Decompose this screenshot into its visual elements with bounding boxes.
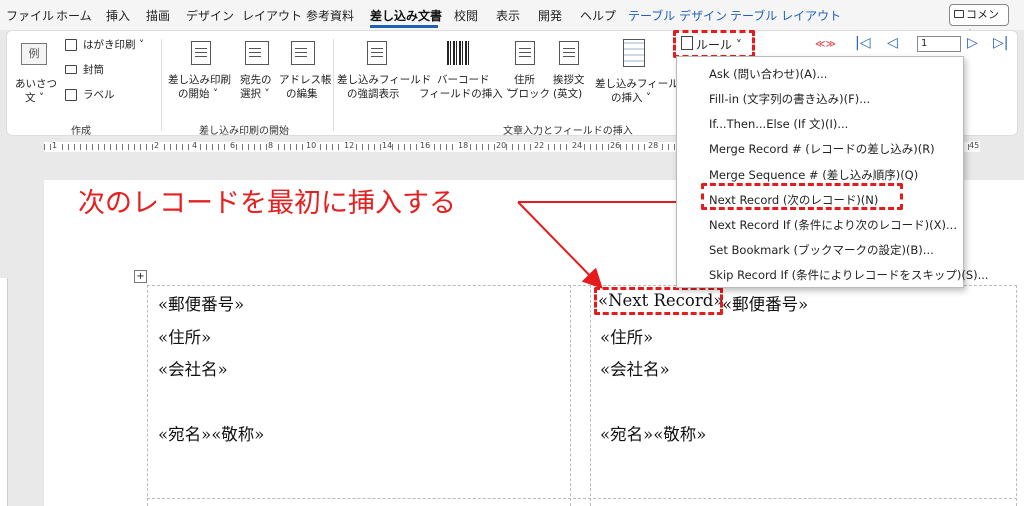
next-record-menu-highlight: [701, 183, 903, 210]
menu-item-fill-in[interactable]: Fill-in (文字列の書き込み)(F)...: [709, 91, 870, 107]
arrow-to-field: [517, 201, 603, 289]
menu-item-ask[interactable]: Ask (問い合わせ)(A)...: [709, 66, 827, 82]
menu-item-set-bookmark[interactable]: Set Bookmark (ブックマークの設定)(B)...: [709, 242, 934, 258]
rules-dropdown-menu: Ask (問い合わせ)(A)... Fill-in (文字列の書き込み)(F).…: [676, 56, 989, 288]
menu-item-merge-sequence[interactable]: Merge Sequence # (差し込み順序)(Q): [709, 167, 918, 183]
menu-item-skip-record-if[interactable]: Skip Record If (条件によりレコードをスキップ)(S)...: [709, 267, 989, 283]
menu-item-merge-record[interactable]: Merge Record # (レコードの差し込み)(R): [709, 141, 935, 157]
menu-item-next-record-if[interactable]: Next Record If (条件により次のレコード)(X)...: [709, 217, 957, 233]
menu-item-if-then-else[interactable]: If...Then...Else (If 文)(I)...: [709, 116, 848, 132]
